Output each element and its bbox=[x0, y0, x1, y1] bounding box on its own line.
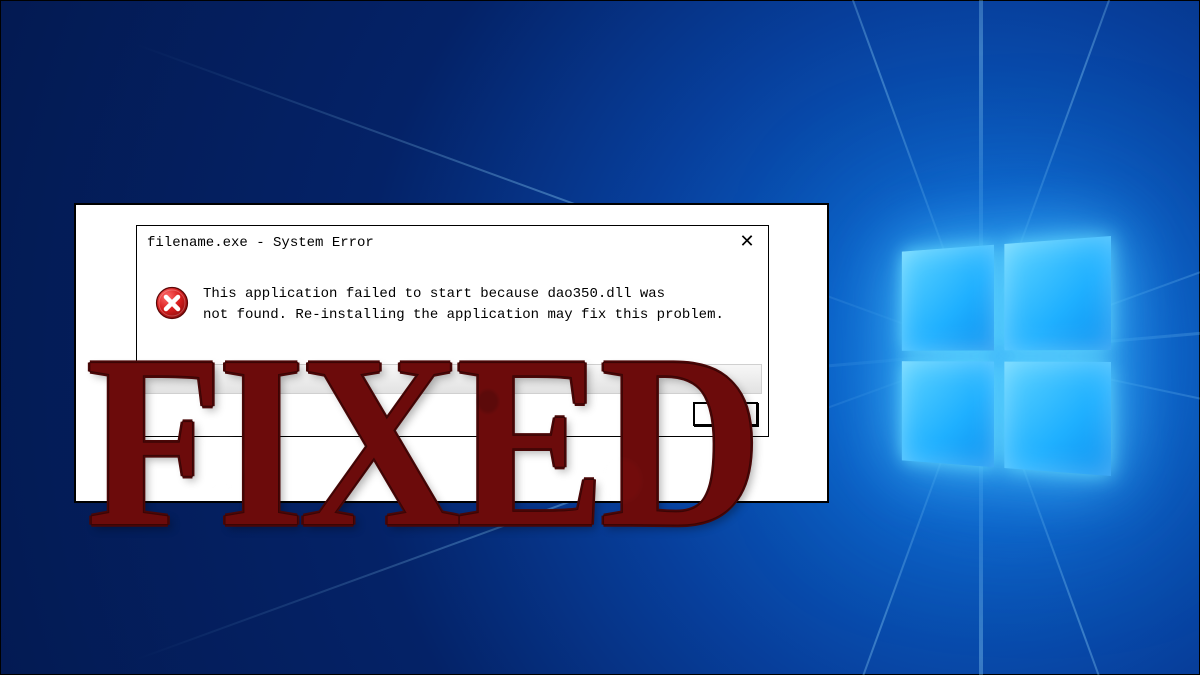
dialog-titlebar: filename.exe - System Error ✕ bbox=[137, 226, 768, 260]
dialog-outer-frame: filename.exe - System Error ✕ bbox=[74, 203, 829, 503]
progress-bar bbox=[143, 364, 762, 394]
logo-pane bbox=[902, 361, 994, 467]
dialog-title: filename.exe - System Error bbox=[147, 235, 736, 251]
error-dialog: filename.exe - System Error ✕ bbox=[136, 225, 769, 437]
close-button[interactable]: ✕ bbox=[736, 232, 758, 254]
close-icon: ✕ bbox=[739, 234, 754, 252]
dialog-message: This application failed to start because… bbox=[203, 284, 724, 326]
logo-pane bbox=[1004, 362, 1111, 476]
windows-desktop: filename.exe - System Error ✕ bbox=[0, 0, 1200, 675]
logo-pane bbox=[1004, 236, 1111, 350]
ok-button[interactable]: OK bbox=[693, 402, 758, 426]
dialog-body: This application failed to start because… bbox=[137, 260, 768, 346]
windows-logo bbox=[871, 236, 1111, 476]
logo-pane bbox=[902, 245, 994, 351]
dialog-footer: OK bbox=[137, 394, 768, 436]
error-icon bbox=[155, 286, 189, 325]
